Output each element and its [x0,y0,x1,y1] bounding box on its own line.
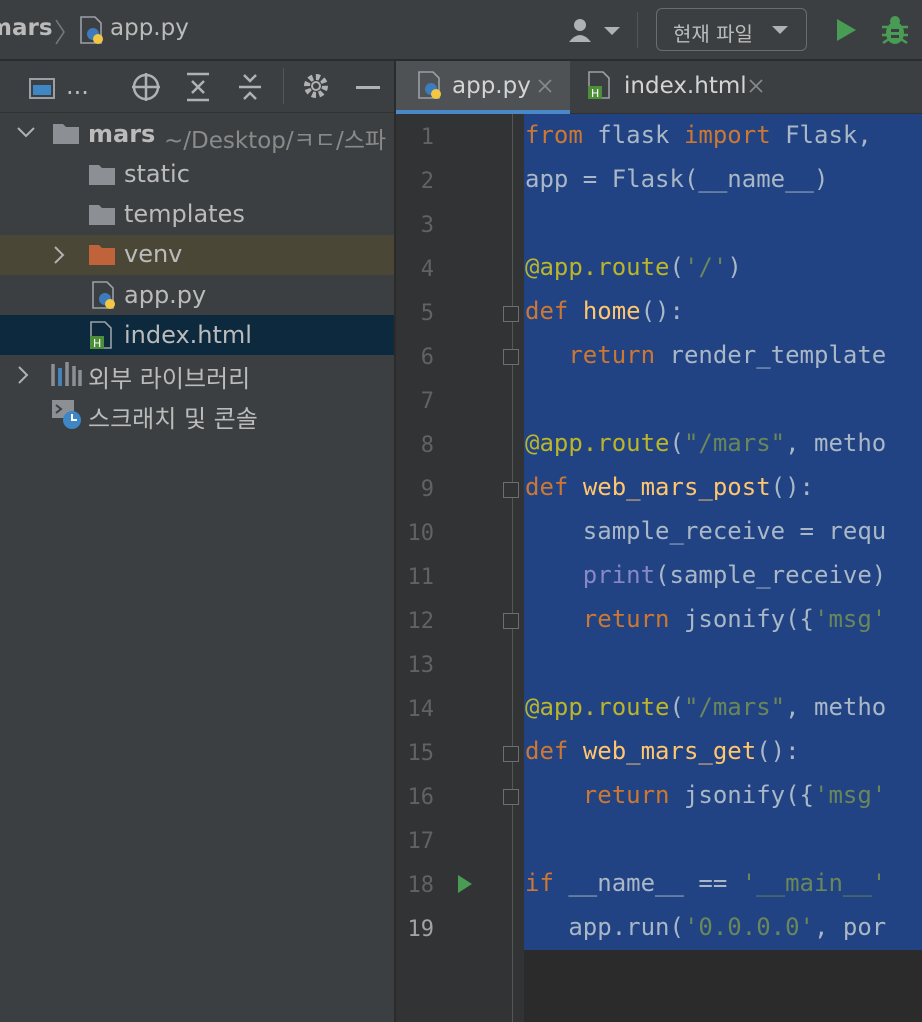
tab-index-html[interactable]: index.html [624,73,747,99]
code-line[interactable]: from flask import Flask, [525,121,872,149]
project-root-name: mars [88,120,156,148]
code-line[interactable]: def web_mars_post(): [525,473,814,501]
code-line[interactable]: return jsonify({'msg' [525,781,886,809]
tab-label: app.py [452,73,531,99]
code-line[interactable]: return render_template [525,341,886,369]
python-file-icon [92,281,115,309]
scratches-and-consoles[interactable]: 스크래치 및 콘솔 [88,399,258,434]
code-line[interactable]: if __name__ == '__main__' [525,869,886,897]
tree-item-app-py[interactable]: app.py [124,281,206,309]
line-number: 9 [420,477,434,502]
breadcrumb-file[interactable]: app.py [110,15,189,41]
collapse-all-icon[interactable] [236,71,264,103]
line-number: 12 [407,609,435,634]
external-libraries[interactable]: 외부 라이브러리 [88,359,250,394]
code-line[interactable]: def web_mars_get(): [525,737,800,765]
editor-empty-area[interactable] [524,950,922,1022]
line-number: 15 [407,741,435,766]
excluded-folder-icon [89,245,115,265]
code-line[interactable]: @app.route('/') [525,253,742,281]
tree-item-venv: venv [124,240,183,268]
folder-icon [89,205,115,225]
folder-icon [89,165,115,185]
code-line[interactable]: app.run('0.0.0.0', por [525,913,886,941]
toolbar-divider [637,12,638,48]
python-file-icon [418,71,441,99]
gutter-separator [512,114,513,1022]
fold-marker[interactable] [503,746,519,762]
fold-marker[interactable] [503,306,519,322]
project-view-icon[interactable] [28,76,58,102]
close-icon[interactable] [537,78,553,94]
breadcrumb-project[interactable]: mars [0,15,53,41]
svg-text:H: H [93,337,101,350]
line-number: 18 [407,873,435,898]
fold-marker[interactable] [503,349,519,365]
expand-all-icon[interactable] [184,71,212,103]
line-number: 6 [420,345,434,370]
line-number: 8 [420,433,434,458]
toolbar-divider [283,68,284,104]
locate-file-icon[interactable] [130,71,162,103]
gear-icon[interactable] [301,71,331,101]
line-number: 7 [420,389,434,414]
html-file-icon: H [588,71,610,100]
line-number-current: 19 [407,917,435,942]
minimize-icon[interactable] [356,86,380,89]
code-line[interactable]: print(sample_receive) [525,561,886,589]
code-line[interactable]: return jsonify({'msg' [525,605,886,633]
library-icon [51,362,82,386]
python-file-icon [80,16,103,44]
project-view-more[interactable]: ... [66,72,89,100]
chevron-down-icon [772,26,788,34]
line-number: 3 [420,213,434,238]
run-icon[interactable] [834,16,858,44]
run-gutter-icon[interactable] [456,873,474,895]
line-number: 17 [407,829,435,854]
code-line[interactable]: sample_receive = requ [525,517,886,545]
chevron-down-icon[interactable] [16,125,36,141]
close-icon[interactable] [748,78,764,94]
chevron-right-icon[interactable] [52,245,68,265]
html-file-icon: H [90,321,112,350]
tree-item-index-html: index.html [124,321,252,349]
scratches-icon [52,400,81,429]
svg-text:H: H [591,87,599,100]
chevron-right-icon[interactable] [16,365,32,385]
fold-marker[interactable] [503,482,519,498]
run-configuration-label: 현재 파일 [673,22,753,46]
line-number: 16 [407,785,435,810]
code-line[interactable]: app = Flask(__name__) [525,165,828,193]
fold-marker[interactable] [503,789,519,805]
code-line[interactable]: def home(): [525,297,684,325]
line-number: 2 [420,169,434,194]
vcs-user-icon[interactable] [566,16,624,44]
code-line[interactable]: @app.route("/mars", metho [525,429,886,457]
line-number: 11 [407,565,435,590]
line-number: 1 [420,125,434,150]
line-number: 5 [420,301,434,326]
line-number: 13 [407,653,435,678]
project-root-path: ~/Desktop/ㅋㄷ/스파 [164,128,387,154]
tree-item-static[interactable]: static [124,160,190,188]
code-line[interactable]: @app.route("/mars", metho [525,693,886,721]
fold-marker[interactable] [503,613,519,629]
tree-item-templates[interactable]: templates [124,200,245,228]
line-number: 10 [407,521,435,546]
debug-icon[interactable] [880,14,910,46]
folder-icon [53,124,79,144]
breadcrumb-separator-icon [55,19,65,45]
line-number: 14 [407,697,435,722]
line-number: 4 [420,257,434,282]
